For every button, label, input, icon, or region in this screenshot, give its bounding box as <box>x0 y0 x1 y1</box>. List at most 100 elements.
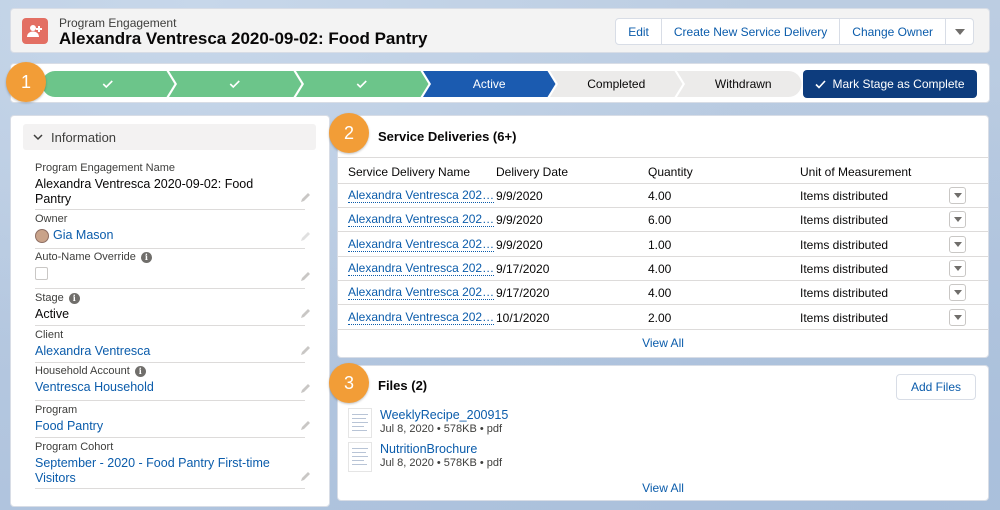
info-icon[interactable]: i <box>140 251 152 263</box>
field-label: Auto-Name Override <box>35 251 136 263</box>
service-delivery-link[interactable]: Alexandra Ventresca 202… <box>348 286 495 301</box>
callout-badge-1: 1 <box>6 62 46 102</box>
delivery-date: 9/9/2020 <box>496 237 543 252</box>
service-delivery-link[interactable]: Alexandra Ventresca 202… <box>348 189 495 203</box>
row-actions-button[interactable] <box>949 211 966 229</box>
unit-of-measurement: Items distributed <box>800 237 889 252</box>
edit-pencil-icon[interactable] <box>300 471 311 482</box>
edit-pencil-icon[interactable] <box>300 420 311 431</box>
quantity: 4.00 <box>648 286 672 301</box>
household-account-link[interactable]: Ventresca Household <box>35 380 305 395</box>
files-view-all[interactable]: View All <box>338 481 988 495</box>
unit-of-measurement: Items distributed <box>800 286 889 301</box>
quantity: 4.00 <box>648 189 672 203</box>
quantity: 1.00 <box>648 237 672 252</box>
record-header: Program Engagement Alexandra Ventresca 2… <box>10 8 990 53</box>
row-actions-button[interactable] <box>949 235 966 253</box>
field-stage: Stage i Active <box>35 292 310 326</box>
file-item[interactable]: WeeklyRecipe_200915 Jul 8, 2020 • 578KB … <box>348 408 748 440</box>
quantity: 2.00 <box>648 310 672 325</box>
program-cohort-link[interactable]: September - 2020 - Food Pantry First-tim… <box>35 456 275 486</box>
delivery-date: 10/1/2020 <box>496 310 550 325</box>
unit-of-measurement: Items distributed <box>800 213 889 228</box>
field-label: Program Engagement Name <box>35 162 176 174</box>
field-label: Client <box>35 329 64 341</box>
info-icon[interactable]: i <box>68 292 80 304</box>
file-name-link[interactable]: WeeklyRecipe_200915 <box>380 408 508 422</box>
pdf-thumbnail-icon <box>348 408 372 438</box>
edit-pencil-icon[interactable] <box>300 308 311 319</box>
avatar <box>35 228 49 243</box>
table-row: Alexandra Ventresca 202… 10/1/2020 2.00 Ite… <box>338 306 988 330</box>
information-section-toggle[interactable]: Information <box>23 124 316 150</box>
table-header: Service Delivery Name Delivery Date Quan… <box>338 157 988 184</box>
table-row: Alexandra Ventresca 202… 9/9/2020 1.00 Item… <box>338 233 988 257</box>
file-name-link[interactable]: NutritionBrochure <box>380 442 477 456</box>
object-type-label: Program Engagement <box>59 16 177 30</box>
page-title: Alexandra Ventresca 2020-09-02: Food Pan… <box>59 29 428 48</box>
field-label: Stage <box>35 292 64 304</box>
quantity: 6.00 <box>648 213 672 228</box>
row-actions-button[interactable] <box>949 259 966 277</box>
field-label: Program <box>35 404 78 416</box>
field-household-account: Household Account i Ventresca Household <box>35 365 310 401</box>
column-header[interactable]: Quantity <box>648 165 693 179</box>
file-item[interactable]: NutritionBrochure Jul 8, 2020 • 578KB • … <box>348 442 748 474</box>
service-deliveries-card: Service Deliveries (6+) Service Delivery… <box>337 115 989 358</box>
column-header[interactable]: Delivery Date <box>496 165 568 179</box>
chevron-down-icon <box>953 265 962 271</box>
service-delivery-link[interactable]: Alexandra Ventresca 202… <box>348 261 495 276</box>
row-actions-button[interactable] <box>949 284 966 302</box>
owner-link[interactable]: Gia Mason <box>35 228 305 243</box>
table-row: Alexandra Ventresca 202… 9/17/2020 4.00 Ite… <box>338 281 988 306</box>
service-deliveries-view-all[interactable]: View All <box>338 336 988 350</box>
field-value: Gia Mason <box>53 228 114 242</box>
mark-stage-complete-button[interactable]: Mark Stage as Complete <box>803 70 977 98</box>
edit-button[interactable]: Edit <box>615 18 662 45</box>
quantity: 4.00 <box>648 261 672 276</box>
auto-name-override-checkbox[interactable] <box>35 267 48 280</box>
column-header[interactable]: Service Delivery Name <box>348 165 470 179</box>
field-owner: Owner Gia Mason <box>35 213 310 249</box>
client-link[interactable]: Alexandra Ventresca <box>35 344 305 359</box>
path-step-label: Active <box>473 77 506 91</box>
field-label: Household Account <box>35 365 130 377</box>
change-owner-button[interactable]: Change Owner <box>839 18 946 45</box>
field-program: Program Food Pantry <box>35 404 310 438</box>
service-delivery-link[interactable]: Alexandra Ventresca 202… <box>348 310 495 325</box>
chevron-down-icon <box>953 217 962 223</box>
info-icon[interactable]: i <box>134 365 146 377</box>
check-icon <box>815 79 827 89</box>
chevron-down-icon <box>953 193 962 198</box>
service-delivery-link[interactable]: Alexandra Ventresca 202… <box>348 237 495 252</box>
delivery-date: 9/17/2020 <box>496 261 550 276</box>
service-delivery-link[interactable]: Alexandra Ventresca 202… <box>348 213 495 228</box>
chevron-down-icon <box>953 314 962 320</box>
program-engagement-icon <box>22 18 48 44</box>
edit-pencil-icon[interactable] <box>300 271 311 282</box>
program-link[interactable]: Food Pantry <box>35 419 305 434</box>
change-owner-icon[interactable] <box>300 231 311 242</box>
create-service-delivery-button[interactable]: Create New Service Delivery <box>660 18 841 45</box>
row-actions-button[interactable] <box>949 308 966 326</box>
field-auto-name-override: Auto-Name Override i <box>35 251 310 289</box>
edit-pencil-icon[interactable] <box>300 192 311 203</box>
edit-pencil-icon[interactable] <box>300 383 311 394</box>
field-label-row: Household Account i <box>35 365 305 377</box>
callout-badge-3: 3 <box>329 363 369 403</box>
field-program-cohort: Program Cohort September - 2020 - Food P… <box>35 441 310 489</box>
more-actions-button[interactable] <box>945 18 974 45</box>
column-header[interactable]: Unit of Measurement <box>800 165 911 179</box>
delivery-date: 9/9/2020 <box>496 189 543 203</box>
delivery-date: 9/9/2020 <box>496 213 543 228</box>
unit-of-measurement: Items distributed <box>800 261 889 276</box>
edit-pencil-icon[interactable] <box>300 345 311 356</box>
unit-of-measurement: Items distributed <box>800 310 889 325</box>
add-files-button[interactable]: Add Files <box>895 374 976 400</box>
field-label-row: Stage i <box>35 292 305 304</box>
chevron-down-icon <box>953 290 962 296</box>
callout-badge-2: 2 <box>329 113 369 153</box>
row-actions-button[interactable] <box>949 187 966 204</box>
files-title: Files (2) <box>378 378 428 393</box>
stage-path: Active Completed Withdrawn Mark Stage as C… <box>10 63 990 103</box>
